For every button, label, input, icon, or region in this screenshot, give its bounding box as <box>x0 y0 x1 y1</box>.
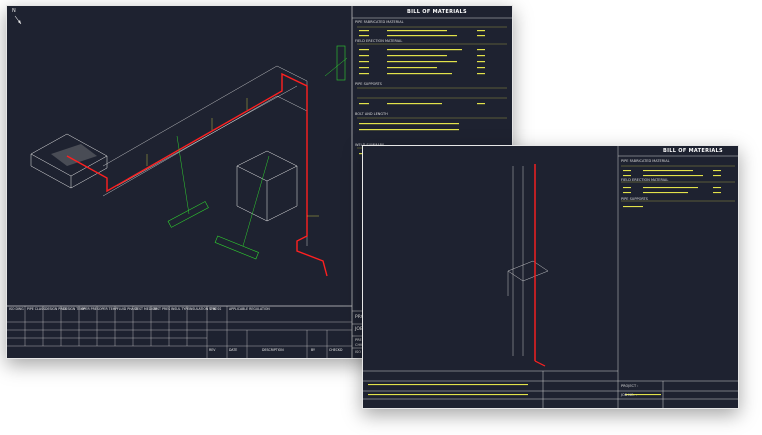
equipment-right <box>236 150 298 222</box>
header-col: STRESS <box>209 307 222 311</box>
bom-section-front: PIPE SUPPORTS <box>621 197 648 201</box>
header-col: OPER TEMP <box>99 307 118 311</box>
header-col: OPER PRES <box>81 307 99 311</box>
rev-col: DATE <box>229 348 238 352</box>
bom-section-front: PIPE FABRICATED MATERIAL <box>621 159 670 163</box>
header-col: ISO DWG <box>9 307 24 311</box>
job-label-front: JOB NO. : <box>621 393 637 397</box>
header-col: APPLICABLE REGULATION <box>229 307 270 311</box>
project-label-front: PROJECT : <box>621 384 639 388</box>
rev-col: BY <box>311 348 315 352</box>
rev-col: CHECKD <box>329 348 343 352</box>
rev-col: REV <box>209 348 216 352</box>
bom-section: BOLT AND LENGTH <box>355 112 388 116</box>
north-label: N <box>12 8 16 14</box>
drawing-sheet-front: BILL OF MATERIALS PIPE FABRICATED MATERI… <box>362 145 739 409</box>
callout-tag-1 <box>167 201 209 228</box>
bom-section-front: FIELD ERECTION MATERIAL <box>621 178 669 182</box>
header-col: PIPE CLASS <box>27 307 46 311</box>
rev-col: DESCRIPTION <box>262 348 284 352</box>
header-col: INSUL TYPE <box>171 307 190 311</box>
callout-tag-2 <box>214 235 259 260</box>
pipe-route <box>66 72 328 277</box>
bom-section: FIELD ERECTION MATERIAL <box>355 39 403 43</box>
bom-section: PIPE FABRICATED MATERIAL <box>355 20 404 24</box>
isometric-drawing-front <box>363 146 738 408</box>
bom-section: PIPE SUPPORTS <box>355 82 382 86</box>
north-arrow-icon <box>14 15 22 25</box>
header-col: TEST PRES <box>153 307 171 311</box>
bom-title: BILL OF MATERIALS <box>407 9 467 15</box>
bom-title-front: BILL OF MATERIALS <box>663 148 723 154</box>
